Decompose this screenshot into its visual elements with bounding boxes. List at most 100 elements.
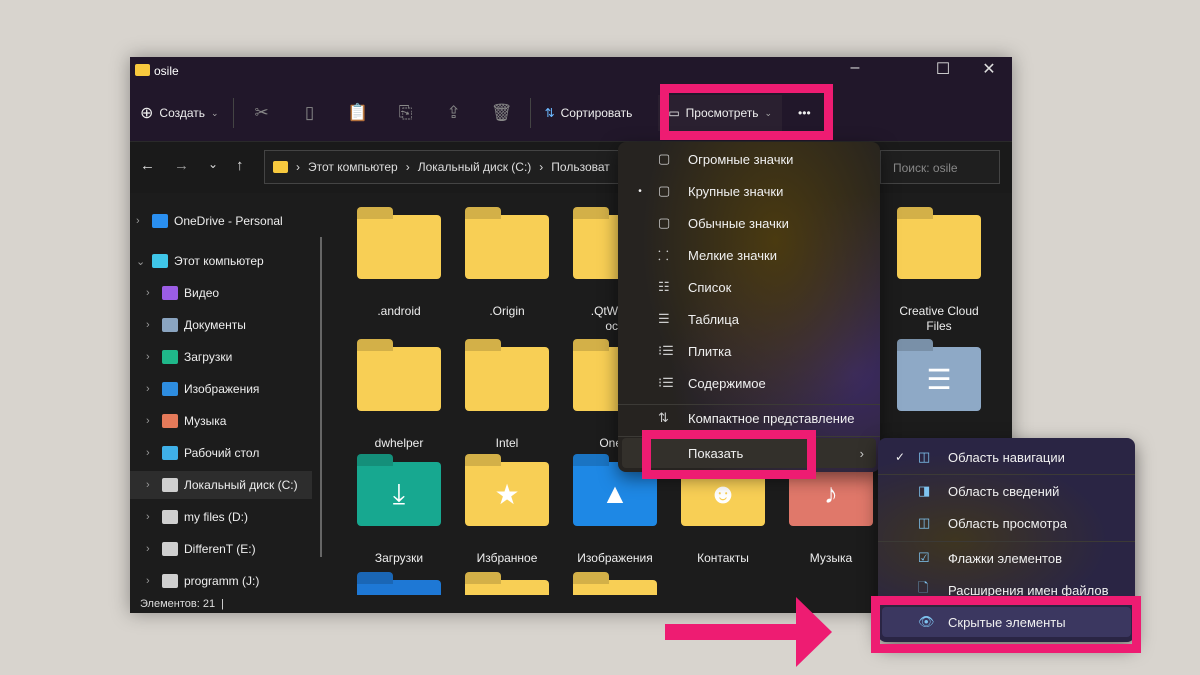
file-item[interactable]: Intel — [457, 347, 557, 451]
sidebar-item-label: Музыка — [184, 414, 227, 428]
chevron-right-icon[interactable]: › — [146, 543, 156, 555]
folder-icon — [135, 64, 150, 76]
file-name: Избранное — [476, 551, 538, 565]
paste-icon[interactable]: 📋 — [334, 103, 382, 123]
downloads-icon — [162, 350, 178, 364]
sidebar-item-label: Изображения — [184, 382, 260, 396]
show-menu-item[interactable]: ☑ Флажки элементов — [882, 543, 1131, 573]
create-button[interactable]: ⊕ Создать ⌄ — [130, 95, 229, 131]
sidebar-item[interactable]: › Рабочий стол — [130, 439, 312, 467]
minimize-button[interactable]: – — [840, 59, 870, 77]
folder-glyph-icon: ★ — [494, 478, 520, 510]
share-icon[interactable]: ⇪ — [430, 103, 478, 123]
chevron-right-icon[interactable]: › — [146, 383, 156, 395]
selected-dot-icon: • — [638, 185, 642, 197]
view-mode-icon: ▢ — [658, 215, 671, 230]
view-menu-item[interactable]: ⇅ Компактное представление — [622, 403, 876, 433]
sidebar-item[interactable]: › Локальный диск (C:) — [130, 471, 312, 499]
arrow-right-icon — [796, 597, 832, 667]
file-name: Загрузки — [374, 551, 424, 565]
sidebar-scrollbar[interactable] — [320, 237, 322, 557]
folder-icon: ★ — [465, 462, 549, 526]
sidebar-item[interactable]: › programm (J:) — [130, 567, 312, 595]
view-mode-icon: ☷ — [658, 279, 670, 294]
chevron-right-icon[interactable]: › — [146, 511, 156, 523]
documents-icon — [162, 318, 178, 332]
sidebar-item[interactable]: › OneDrive - Personal — [130, 207, 312, 235]
file-item[interactable]: ⤓ Загрузки — [349, 462, 449, 566]
view-menu-label: Содержимое — [688, 375, 766, 391]
breadcrumb-item[interactable]: Локальный диск (C:) — [418, 160, 532, 174]
view-menu-label: Мелкие значки — [688, 247, 777, 263]
forward-button[interactable]: → — [174, 157, 189, 174]
show-menu-item[interactable]: ◨ Область сведений — [882, 476, 1131, 506]
view-menu: ▢ Огромные значки • ▢ Крупные значки ▢ Обычные… — [618, 142, 880, 472]
sidebar-item[interactable]: › Загрузки — [130, 343, 312, 371]
chevron-right-icon: › — [859, 445, 864, 461]
chevron-down-icon[interactable]: ⌄ — [136, 255, 146, 268]
copy-icon[interactable]: ▯ — [286, 103, 334, 123]
up-button[interactable]: ↑ — [236, 157, 244, 174]
cut-icon[interactable]: ✂ — [238, 103, 286, 123]
sidebar-item[interactable]: › Документы — [130, 311, 312, 339]
view-mode-icon: ☰ — [658, 311, 670, 326]
view-menu-item[interactable]: ▢ Обычные значки — [622, 208, 876, 238]
chevron-right-icon[interactable]: › — [146, 479, 156, 491]
chevron-right-icon[interactable]: › — [146, 287, 156, 299]
file-item[interactable]: ★ Избранное — [457, 462, 557, 566]
file-item[interactable]: .android — [349, 215, 449, 319]
back-button[interactable]: ← — [140, 157, 155, 174]
maximize-button[interactable]: ☐ — [928, 59, 958, 79]
sidebar-item[interactable]: ⌄ Этот компьютер — [130, 247, 312, 275]
chevron-right-icon[interactable]: › — [146, 575, 156, 587]
view-menu-item[interactable]: ⸬ Мелкие значки — [622, 240, 876, 270]
show-menu-label: Область сведений — [948, 483, 1060, 499]
rename-icon[interactable]: ⎘ — [382, 103, 430, 123]
view-menu-item[interactable]: • ▢ Крупные значки — [622, 176, 876, 206]
folder-icon — [465, 347, 549, 411]
view-menu-item[interactable]: ☰ Таблица — [622, 304, 876, 334]
view-menu-item[interactable]: ⁝☰ Плитка — [622, 336, 876, 366]
highlight-view-button — [660, 84, 833, 140]
chevron-right-icon[interactable]: › — [146, 319, 156, 331]
window-title: osile — [154, 64, 179, 78]
sidebar-item-label: my files (D:) — [184, 510, 248, 524]
desktop-icon — [162, 446, 178, 460]
chevron-right-icon[interactable]: › — [146, 447, 156, 459]
recent-dropdown[interactable]: ⌄ — [208, 157, 218, 171]
sidebar-item[interactable]: › Изображения — [130, 375, 312, 403]
show-menu-item[interactable]: ✓ ◫ Область навигации — [882, 442, 1131, 472]
sidebar-item-label: programm (J:) — [184, 574, 260, 588]
chevron-right-icon[interactable]: › — [136, 215, 146, 227]
chevron-right-icon[interactable]: › — [146, 351, 156, 363]
sidebar-item[interactable]: › my files (D:) — [130, 503, 312, 531]
folder-icon: ⤓ — [357, 462, 441, 526]
file-item[interactable]: Creative Cloud Files — [889, 215, 989, 334]
show-menu-item[interactable]: ◫ Область просмотра — [882, 508, 1131, 538]
search-input[interactable]: Поиск: osile — [880, 150, 1000, 184]
drive-icon — [162, 542, 178, 556]
delete-icon[interactable]: 🗑 — [478, 103, 526, 123]
file-name: .android — [377, 304, 421, 318]
file-name: Intel — [495, 436, 519, 450]
close-button[interactable]: ✕ — [974, 59, 1004, 79]
sidebar-item-label: Локальный диск (C:) — [184, 478, 298, 492]
sidebar-item[interactable]: › Видео — [130, 279, 312, 307]
item-count: Элементов: 21 — [140, 598, 216, 610]
file-item[interactable]: dwhelper — [349, 347, 449, 451]
sidebar-item[interactable]: › DifferenT (E:) — [130, 535, 312, 563]
file-item[interactable]: ☰Документы — [889, 347, 989, 451]
breadcrumb-item[interactable]: Пользоват — [551, 160, 609, 174]
view-menu-item[interactable]: ⁝☰ Содержимое — [622, 368, 876, 398]
view-menu-item[interactable]: ▢ Огромные значки — [622, 144, 876, 174]
sidebar-item[interactable]: › Музыка — [130, 407, 312, 435]
pane-icon: ◨ — [918, 483, 931, 498]
folder-icon — [465, 215, 549, 279]
sort-button[interactable]: ⇅ Сортировать — [535, 95, 643, 131]
view-menu-item[interactable]: ☷ Список — [622, 272, 876, 302]
sidebar-item-label: Документы — [184, 318, 246, 332]
file-item[interactable]: .Origin — [457, 215, 557, 319]
view-menu-label: Крупные значки — [688, 183, 784, 199]
chevron-right-icon[interactable]: › — [146, 415, 156, 427]
breadcrumb-item[interactable]: Этот компьютер — [308, 160, 398, 174]
